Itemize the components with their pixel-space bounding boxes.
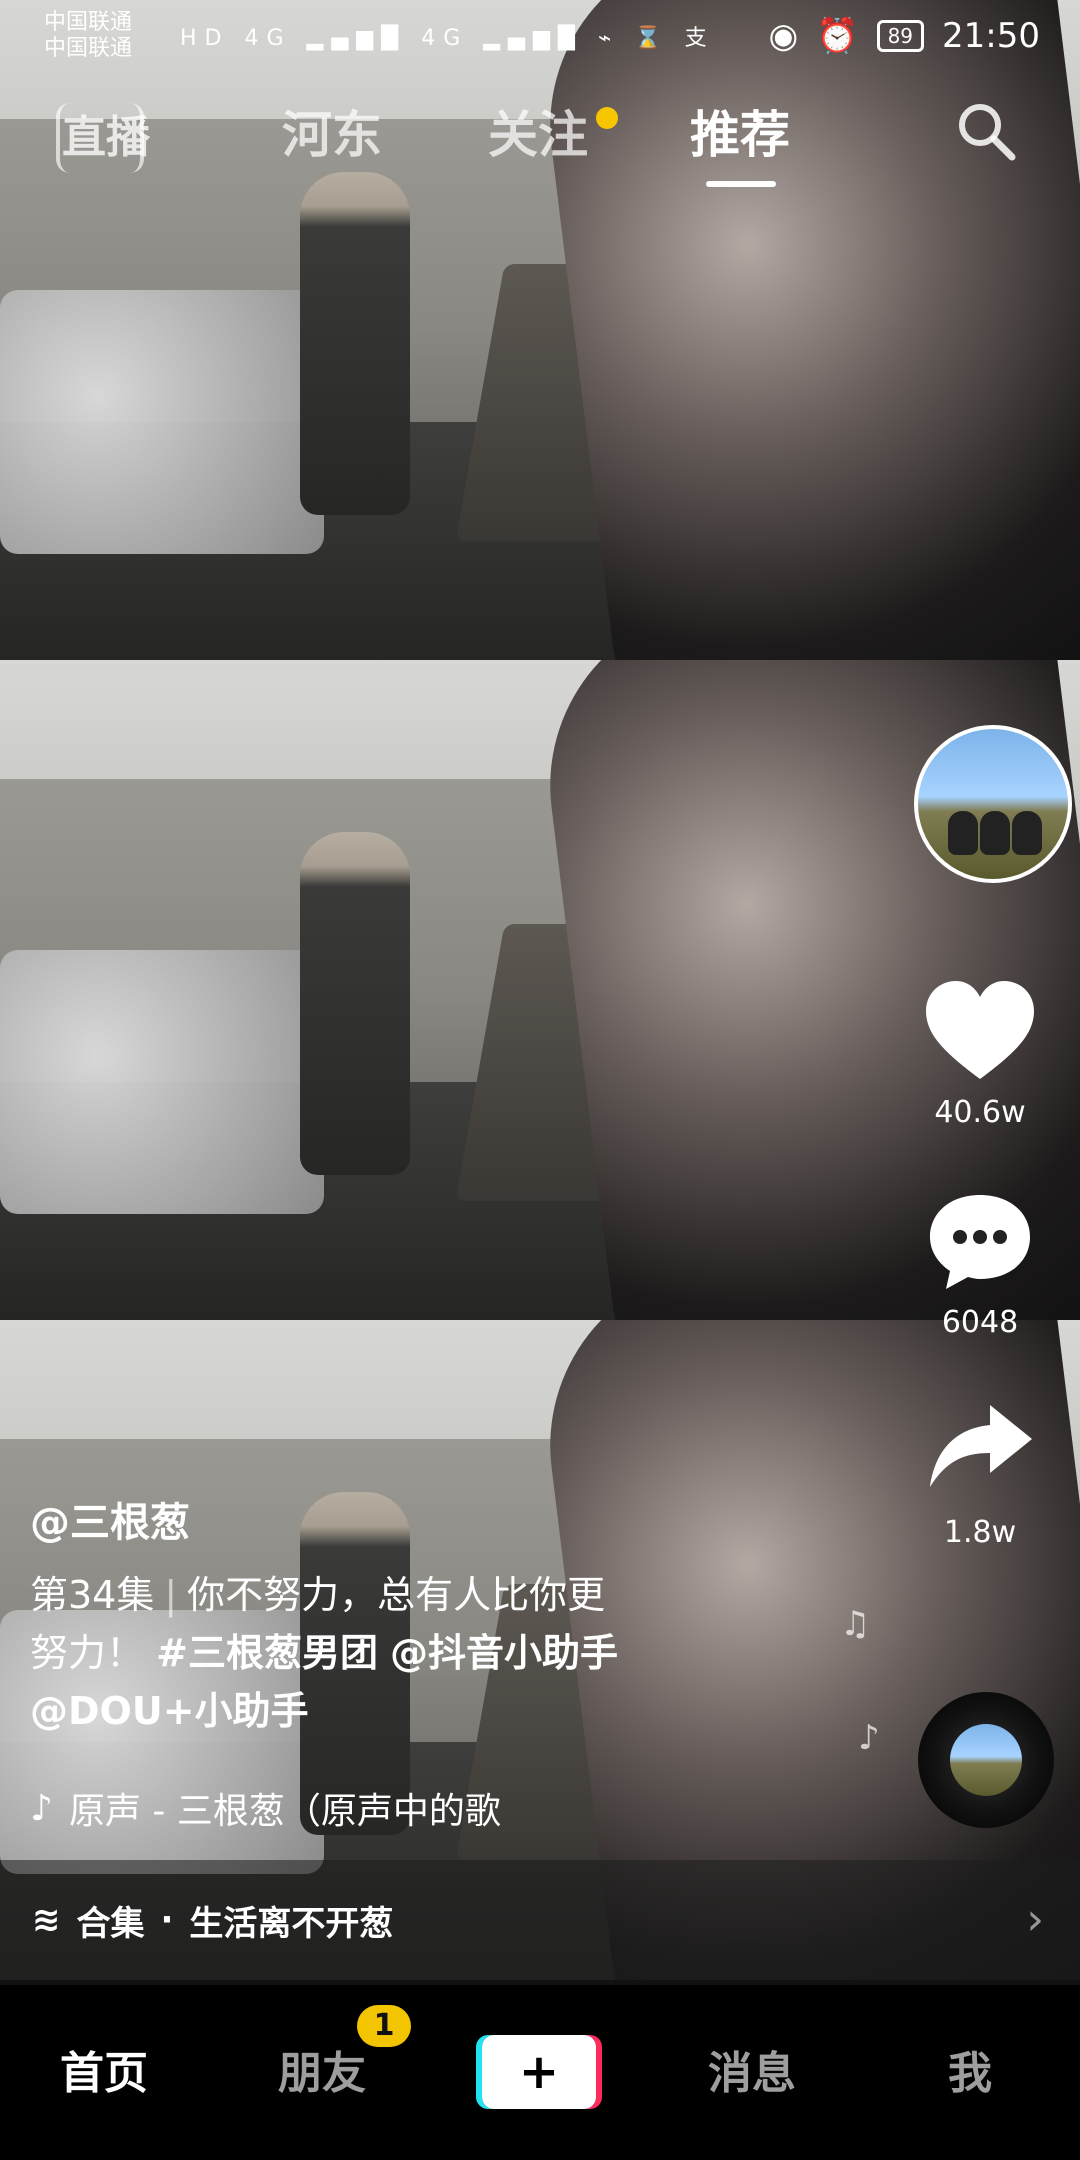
- bottom-nav: 首页 朋友 1 + 消息 我: [0, 1985, 1080, 2160]
- signal-bars-icon: ▂▄▆█: [483, 26, 583, 51]
- separator: |: [164, 1573, 178, 1617]
- collection-title: 生活离不开葱: [189, 1903, 394, 1944]
- collection-text: ≋ 合集 · 生活离不开葱: [32, 1896, 393, 1945]
- collection-label: 合集: [76, 1903, 145, 1944]
- music-disc-cover: [950, 1724, 1022, 1796]
- status-right: ◉ ⏰ 89 21:50: [769, 16, 1040, 56]
- carrier-2: 中国联通: [44, 36, 133, 61]
- music-title: 原声 - 三根葱（原声中的歌: [68, 1791, 501, 1832]
- tab-recommend[interactable]: 推荐: [690, 95, 790, 167]
- alarm-icon: ⏰: [816, 16, 859, 56]
- search-button[interactable]: [950, 95, 1022, 167]
- avatar-person: [1012, 811, 1042, 855]
- share-button[interactable]: 1.8w: [880, 1395, 1080, 1550]
- music-info[interactable]: ♪ 原声 - 三根葱（原声中的歌: [30, 1782, 501, 1834]
- music-disc[interactable]: [918, 1692, 1054, 1828]
- tab-live[interactable]: 直播: [62, 101, 150, 165]
- avatar-person: [948, 811, 978, 855]
- nav-friends[interactable]: 朋友: [278, 2037, 366, 2101]
- share-icon: [930, 1405, 1032, 1487]
- carrier-1: 中国联通: [44, 10, 133, 35]
- music-note-icon: ♪: [858, 1718, 880, 1758]
- author-name[interactable]: @三根葱: [30, 1490, 750, 1548]
- sacks: [0, 950, 324, 1215]
- create-button[interactable]: +: [482, 2035, 596, 2109]
- hashtag[interactable]: #三根葱男团: [156, 1631, 378, 1675]
- nav-messages[interactable]: 消息: [708, 2037, 796, 2101]
- description-line-2: 努力！: [30, 1631, 145, 1675]
- nav-me[interactable]: 我: [948, 2037, 992, 2101]
- signal-bars-icon: ▂▄▆█: [306, 26, 407, 51]
- follow-new-dot: [596, 107, 618, 129]
- music-icon: ♪: [30, 1787, 53, 1829]
- collection-dot: ·: [160, 1900, 174, 1940]
- layers-icon: ≋: [32, 1900, 61, 1940]
- status-bar: 中国联通 中国联通 HD 4G ▂▄▆█ 4G ▂▄▆█ ⌁ ⌛ 支 ◉ ⏰ 8…: [0, 0, 1080, 70]
- active-tab-underline: [706, 181, 776, 187]
- friends-badge: 1: [357, 2005, 411, 2047]
- heart-icon: [926, 981, 1034, 1079]
- mention[interactable]: @DOU+小助手: [30, 1689, 309, 1733]
- share-count: 1.8w: [943, 1515, 1017, 1550]
- search-icon: [959, 104, 1016, 161]
- carrier-info: 中国联通 中国联通: [44, 10, 132, 62]
- like-count: 40.6w: [934, 1095, 1026, 1130]
- person: [300, 171, 410, 515]
- network-icons: HD 4G ▂▄▆█ 4G ▂▄▆█ ⌁ ⌛ 支: [180, 20, 715, 52]
- author-avatar[interactable]: [914, 725, 1072, 883]
- tab-hedong[interactable]: 河东: [282, 95, 382, 167]
- top-tabs: 直播 河东 关注 推荐: [0, 95, 1080, 205]
- collection-bar[interactable]: ≋ 合集 · 生活离不开葱 ›: [0, 1860, 1080, 1980]
- comment-count: 6048: [941, 1305, 1019, 1340]
- episode-label: 第34集: [30, 1573, 155, 1617]
- hourglass-icon: ⌛: [634, 26, 670, 51]
- battery-indicator: 89: [876, 20, 925, 52]
- description-line-1: 你不努力，总有人比你更: [187, 1573, 606, 1617]
- comment-button[interactable]: 6048: [880, 1185, 1080, 1340]
- signal-4g-2: 4G: [421, 26, 469, 51]
- hd-label: HD: [180, 26, 230, 51]
- mention[interactable]: @抖音小助手: [390, 1631, 618, 1675]
- avatar-person: [980, 811, 1010, 855]
- comment-icon: [930, 1195, 1030, 1289]
- time: 21:50: [942, 16, 1040, 56]
- person: [300, 831, 410, 1175]
- video-description: 第34集 | 你不努力，总有人比你更 努力！ #三根葱男团 @抖音小助手 @DOU+…: [30, 1566, 750, 1740]
- chevron-right-icon: ›: [1026, 1894, 1044, 1945]
- plus-icon: +: [518, 2044, 560, 2100]
- tab-follow[interactable]: 关注: [488, 95, 588, 167]
- sacks: [0, 290, 324, 555]
- music-note-icon: ♫: [840, 1604, 871, 1644]
- wifi-icon: ⌁: [597, 26, 620, 51]
- nav-home[interactable]: 首页: [60, 2037, 148, 2101]
- signal-4g-1: 4G: [244, 26, 292, 51]
- eye-icon: ◉: [768, 16, 799, 56]
- video-caption: @三根葱 第34集 | 你不努力，总有人比你更 努力！ #三根葱男团 @抖音小助手 …: [30, 1490, 750, 1740]
- like-button[interactable]: 40.6w: [880, 975, 1080, 1130]
- alipay-icon: 支: [684, 26, 715, 51]
